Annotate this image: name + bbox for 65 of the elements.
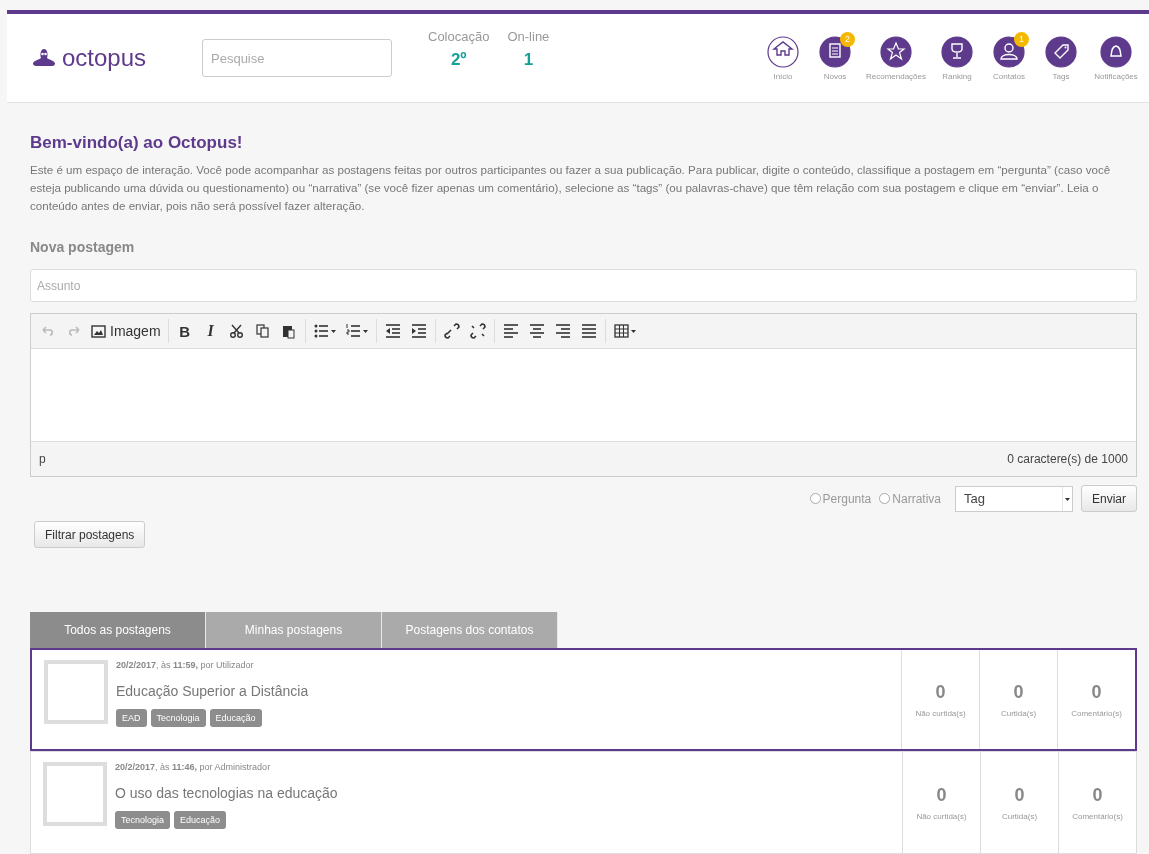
nav-label[interactable]: Ranking: [942, 71, 972, 81]
count-value: 0: [935, 681, 946, 703]
italic-button[interactable]: I: [197, 318, 224, 344]
post-meta: 20/2/2017, às 11:46, por Administrador: [115, 762, 272, 772]
count-label: Comentário(s): [1072, 811, 1123, 821]
search-field[interactable]: Pesquise: [202, 39, 392, 77]
tab[interactable]: Postagens dos contatos: [382, 612, 558, 648]
nav-label[interactable]: Notificações: [1094, 71, 1138, 81]
intro-paragraph: Este é um espaço de interação. Você pode acompanhar as postagens feitas por outros participantes ou fazer a sua publicação. Para publicar, digite o conteúdo, classifique a postagem em “pergunta” (caso você esteja publicando uma dúvida ou questionamento) ou “narrativa” (se você fizer apenas um comentário), selecione as “tags” (ou palavras-chave) que têm relação com sua postagem e clique em “enviar”. Leia o conteúdo antes de enviar, pois não será possível fazer alteração.: [30, 162, 1112, 214]
post-title[interactable]: Educação Superior a Distância: [116, 683, 901, 699]
stat-value: 1: [523, 49, 534, 70]
nav-label[interactable]: Novos: [823, 71, 847, 81]
count-label: Não curtida(s): [915, 708, 966, 718]
tag-select[interactable]: Tag: [955, 485, 1073, 512]
post-meta: 20/2/2017, às 11:59, por Utilizador: [116, 660, 255, 670]
nav-label[interactable]: Tags: [1052, 71, 1070, 81]
subject-field[interactable]: Assunto: [30, 269, 1137, 302]
count-badge: 2: [840, 31, 855, 47]
welcome-title: Bem-vindo(a) ao Octopus!: [30, 133, 244, 153]
nav-label[interactable]: Contatos: [993, 71, 1025, 81]
count-value: 0: [1013, 681, 1024, 703]
count-value: 0: [936, 784, 947, 806]
thumbnail-placeholder: [44, 660, 108, 724]
count-value: 0: [1014, 784, 1025, 806]
tag-chip[interactable]: EAD: [116, 709, 147, 727]
trophy-icon[interactable]: [941, 35, 973, 68]
post-title[interactable]: O uso das tecnologias na educação: [115, 785, 902, 801]
section-heading: Nova postagem: [30, 239, 136, 255]
caret-icon: [1062, 486, 1072, 511]
tag-chip[interactable]: Educação: [174, 811, 227, 829]
filter-button[interactable]: Filtrar postagens: [34, 521, 146, 548]
count-value: 0: [1091, 681, 1102, 703]
radio-option[interactable]: Narrativa: [879, 491, 941, 506]
tag-icon[interactable]: [1045, 35, 1077, 68]
count-label: Curtida(s): [1000, 708, 1037, 718]
count-value: 0: [1092, 784, 1103, 806]
count-label: Comentário(s): [1071, 708, 1122, 718]
logo-text: octopus: [62, 44, 147, 72]
news-icon[interactable]: [819, 35, 851, 68]
post-card[interactable]: 20/2/2017, às 11:59, por Utilizador Educação Superior a Distância EAD Tecnologia Educação 0 Não curtida(s) 0 Curtida(s) 0 Comentário(s): [30, 648, 1137, 751]
nav-label[interactable]: Início: [773, 71, 793, 81]
count-label: Não curtida(s): [916, 811, 967, 821]
stat-value: 2º: [450, 49, 467, 70]
character-counter: 0 caractere(s) de 1000: [1007, 452, 1128, 466]
tag-chip[interactable]: Tecnologia: [115, 811, 171, 829]
tag-chip[interactable]: Educação: [209, 709, 262, 727]
bold-button[interactable]: B: [171, 318, 198, 344]
send-button[interactable]: Enviar: [1081, 485, 1137, 512]
home-icon[interactable]: [767, 35, 799, 68]
thumbnail-placeholder: [43, 762, 107, 826]
element-path: p: [39, 452, 46, 466]
stat-label: On-line: [507, 28, 550, 44]
bell-icon[interactable]: [1100, 35, 1132, 68]
post-card[interactable]: 20/2/2017, às 11:46, por Administrador O uso das tecnologias na educação Tecnologia Educação 0 Não curtida(s) 0 Curtida(s) 0 Comentário(s): [30, 751, 1137, 854]
count-badge: 1: [1014, 31, 1029, 47]
tag-chip[interactable]: Tecnologia: [150, 709, 206, 727]
stat-label: Colocação: [428, 28, 490, 44]
radio-option[interactable]: Pergunta: [809, 491, 872, 506]
tab[interactable]: Todos as postagens: [30, 612, 206, 648]
image-button[interactable]: Imagem: [87, 318, 165, 344]
count-label: Curtida(s): [1001, 811, 1038, 821]
image-icon: [91, 324, 106, 338]
nav-label[interactable]: Recomendações: [865, 71, 926, 81]
tab[interactable]: Minhas postagens: [206, 612, 382, 648]
person-icon[interactable]: [993, 35, 1025, 68]
